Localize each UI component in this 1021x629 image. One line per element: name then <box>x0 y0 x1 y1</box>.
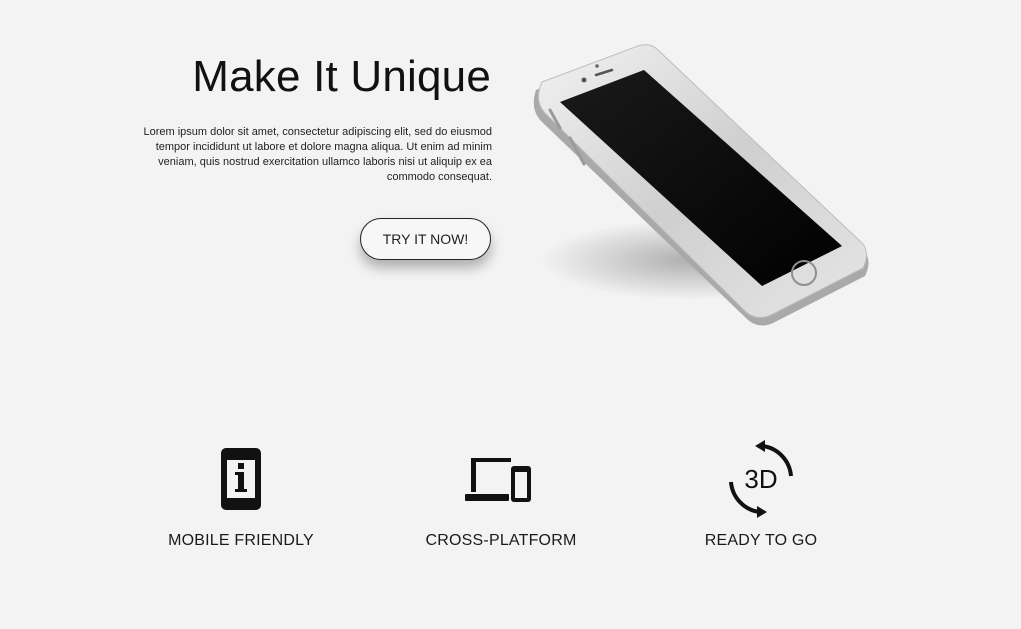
phone-sensor <box>595 64 599 68</box>
feature-cross-platform: CROSS-PLATFORM <box>391 440 611 550</box>
hero-description: Lorem ipsum dolor sit amet, consectetur … <box>143 126 492 183</box>
smartphone-image <box>533 44 869 326</box>
hero-title: Make It Unique <box>192 52 491 101</box>
phone-camera <box>581 77 587 83</box>
try-it-now-button[interactable]: TRY IT NOW! <box>360 218 491 260</box>
icon-3d-label: 3D <box>744 464 777 494</box>
rotate-3d-icon: 3D <box>729 440 793 518</box>
feature-label: CROSS-PLATFORM <box>425 532 577 549</box>
laptop-phone-icon <box>465 458 531 502</box>
feature-ready-to-go: 3D READY TO GO <box>651 440 871 550</box>
feature-label: MOBILE FRIENDLY <box>168 532 314 549</box>
mobile-info-icon <box>221 448 261 510</box>
feature-mobile-friendly: MOBILE FRIENDLY <box>131 440 351 550</box>
feature-label: READY TO GO <box>704 532 818 549</box>
